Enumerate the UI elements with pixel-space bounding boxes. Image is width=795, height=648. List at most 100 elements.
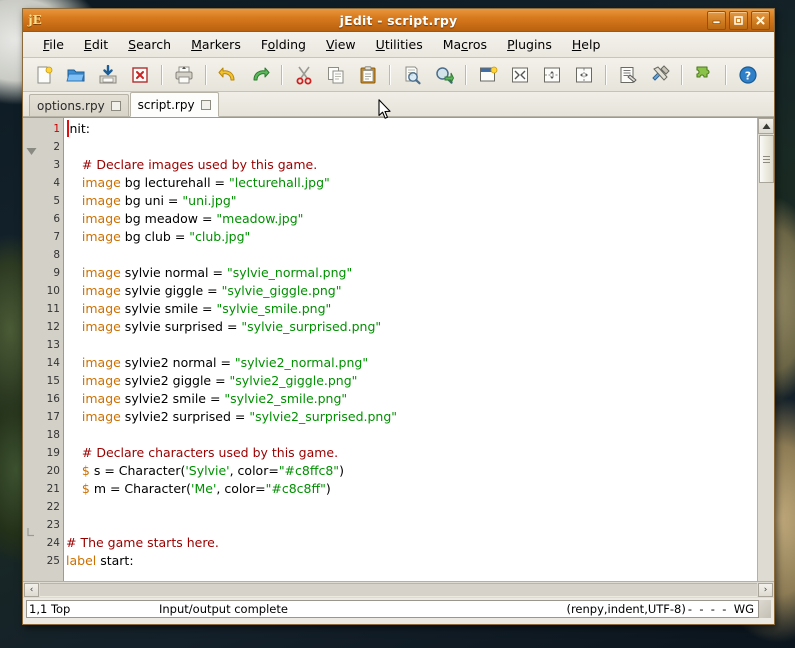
horizontal-scrollbar[interactable]: ‹ › xyxy=(23,581,774,598)
toolbar-separator xyxy=(205,64,207,85)
code-line[interactable] xyxy=(64,246,757,264)
code-token-plain: , color= xyxy=(229,463,279,478)
minimize-button[interactable] xyxy=(707,11,726,30)
close-file-icon[interactable] xyxy=(125,60,155,90)
find-next-icon[interactable] xyxy=(429,60,459,90)
tab-close-icon[interactable] xyxy=(110,100,121,111)
code-line[interactable]: image bg uni = "uni.jpg" xyxy=(64,192,757,210)
code-line[interactable]: image sylvie surprised = "sylvie_surpris… xyxy=(64,318,757,336)
line-number: 24 xyxy=(46,537,60,549)
menu-help[interactable]: Help xyxy=(562,34,611,55)
global-options-icon[interactable] xyxy=(645,60,675,90)
svg-text:?: ? xyxy=(745,69,751,82)
menu-macros-label: ros xyxy=(468,37,488,52)
tab-close-icon[interactable] xyxy=(200,99,211,110)
unsplit-icon[interactable] xyxy=(505,60,535,90)
code-line[interactable]: image bg meadow = "meadow.jpg" xyxy=(64,210,757,228)
code-line[interactable]: label start: xyxy=(64,552,757,570)
code-token-string: "lecturehall.jpg" xyxy=(229,175,330,190)
code-line[interactable] xyxy=(64,498,757,516)
code-line[interactable]: $ s = Character('Sylvie', color="#c8ffc8… xyxy=(64,462,757,480)
tab-script-rpy[interactable]: script.rpy xyxy=(129,92,219,117)
tab-options-rpy[interactable]: options.rpy xyxy=(29,94,129,116)
help-icon[interactable]: ? xyxy=(733,60,763,90)
find-icon[interactable] xyxy=(397,60,427,90)
redo-icon[interactable] xyxy=(245,60,275,90)
menu-macros[interactable]: Macros xyxy=(433,34,497,55)
code-line[interactable]: image sylvie smile = "sylvie_smile.png" xyxy=(64,300,757,318)
plugin-manager-icon[interactable] xyxy=(689,60,719,90)
menu-file[interactable]: File xyxy=(33,34,74,55)
paste-icon[interactable] xyxy=(353,60,383,90)
split-vertical-icon[interactable] xyxy=(569,60,599,90)
menu-utilities[interactable]: Utilities xyxy=(366,34,433,55)
copy-icon[interactable] xyxy=(321,60,351,90)
status-caret-position[interactable]: 1,1 Top xyxy=(29,602,159,616)
scroll-up-arrow-icon[interactable] xyxy=(758,118,774,134)
word-wrap-icon[interactable] xyxy=(613,60,643,90)
fold-margin[interactable] xyxy=(23,118,40,581)
status-mode-encoding[interactable]: (renpy,indent,UTF-8) xyxy=(566,602,685,616)
menu-view[interactable]: View xyxy=(316,34,366,55)
menu-edit-label: dit xyxy=(91,37,109,52)
menu-markers[interactable]: Markers xyxy=(181,34,251,55)
text-area[interactable]: init: # Declare images used by this game… xyxy=(64,118,757,581)
code-line[interactable] xyxy=(64,336,757,354)
code-line[interactable]: image sylvie2 normal = "sylvie2_normal.p… xyxy=(64,354,757,372)
code-token-keyword: label xyxy=(66,553,97,568)
menu-folding[interactable]: Folding xyxy=(251,34,316,55)
split-horizontal-icon[interactable] xyxy=(537,60,567,90)
line-number: 18 xyxy=(46,429,60,441)
vertical-scrollbar[interactable] xyxy=(757,118,774,581)
save-file-icon[interactable] xyxy=(93,60,123,90)
code-line[interactable]: image bg club = "club.jpg" xyxy=(64,228,757,246)
code-token-plain: bg uni = xyxy=(120,193,183,208)
menu-plugins[interactable]: Plugins xyxy=(497,34,562,55)
new-view-icon[interactable] xyxy=(473,60,503,90)
code-line[interactable]: init: xyxy=(64,120,757,138)
code-line[interactable]: image bg lecturehall = "lecturehall.jpg" xyxy=(64,174,757,192)
maximize-button[interactable] xyxy=(729,11,748,30)
resize-grip[interactable] xyxy=(759,600,771,618)
code-token-string: "uni.jpg" xyxy=(182,193,237,208)
scroll-left-arrow-icon[interactable]: ‹ xyxy=(24,583,39,597)
close-button[interactable] xyxy=(751,11,770,30)
toolbar-separator xyxy=(161,64,163,85)
code-line[interactable]: $ m = Character('Me', color="#c8c8ff") xyxy=(64,480,757,498)
tab-script-rpy-label: script.rpy xyxy=(137,97,195,112)
line-number: 3 xyxy=(53,159,60,171)
toolbar-separator xyxy=(389,64,391,85)
code-line[interactable]: image sylvie2 smile = "sylvie2_smile.png… xyxy=(64,390,757,408)
code-token-keyword: image xyxy=(66,319,121,334)
code-line[interactable]: # Declare images used by this game. xyxy=(64,156,757,174)
code-token-string: "sylvie2_smile.png" xyxy=(224,391,348,406)
status-flags[interactable]: - - - - WG xyxy=(688,602,754,616)
code-line[interactable]: # The game starts here. xyxy=(64,534,757,552)
horizontal-scroll-track[interactable] xyxy=(40,583,757,597)
code-line[interactable]: image sylvie2 surprised = "sylvie2_surpr… xyxy=(64,408,757,426)
code-token-plain: sylvie normal = xyxy=(120,265,227,280)
code-line[interactable]: image sylvie giggle = "sylvie_giggle.png… xyxy=(64,282,757,300)
code-line[interactable]: # Declare characters used by this game. xyxy=(64,444,757,462)
code-line[interactable]: image sylvie normal = "sylvie_normal.png… xyxy=(64,264,757,282)
title-bar[interactable]: jE jEdit - script.rpy xyxy=(23,9,774,32)
code-line[interactable] xyxy=(64,138,757,156)
menu-search[interactable]: Search xyxy=(118,34,181,55)
undo-icon[interactable] xyxy=(213,60,243,90)
code-line[interactable] xyxy=(64,426,757,444)
print-icon[interactable] xyxy=(169,60,199,90)
cut-icon[interactable] xyxy=(289,60,319,90)
code-line[interactable] xyxy=(64,516,757,534)
code-token-string: "sylvie_smile.png" xyxy=(216,301,332,316)
code-token-keyword: image xyxy=(66,391,121,406)
jedit-window: jE jEdit - script.rpy File Edit Search M… xyxy=(22,8,775,625)
fold-expand-triangle-icon[interactable] xyxy=(26,141,37,160)
menu-edit[interactable]: Edit xyxy=(74,34,118,55)
new-file-icon[interactable] xyxy=(29,60,59,90)
open-file-icon[interactable] xyxy=(61,60,91,90)
code-line[interactable]: image sylvie2 giggle = "sylvie2_giggle.p… xyxy=(64,372,757,390)
vertical-scroll-thumb[interactable] xyxy=(759,135,774,183)
scroll-right-arrow-icon[interactable]: › xyxy=(758,583,773,597)
code-token-keyword: image xyxy=(66,211,121,226)
code-token-plain: sylvie2 normal = xyxy=(120,355,235,370)
